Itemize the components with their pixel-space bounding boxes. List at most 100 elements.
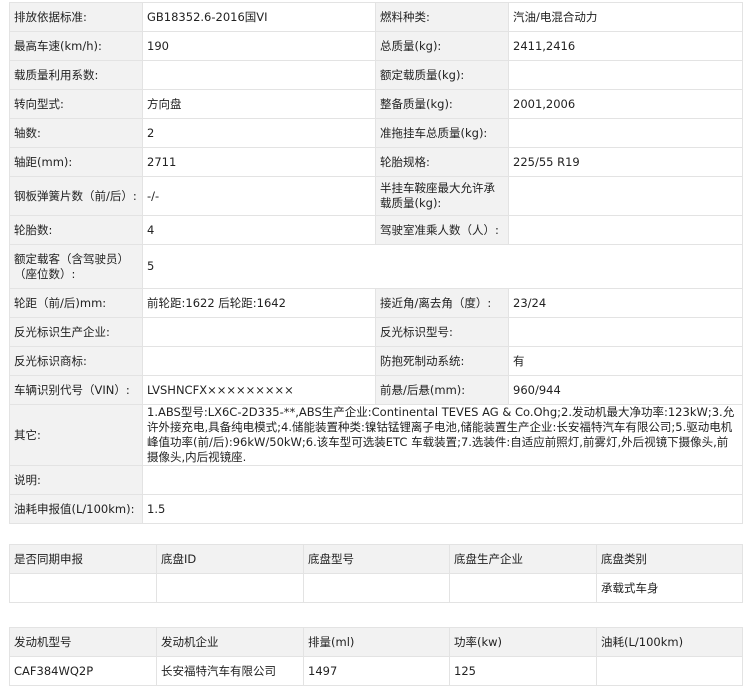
- param-value: [508, 118, 743, 148]
- param-row: 轴数: 2 准拖挂车总质量(kg):: [9, 118, 743, 148]
- column-header: 是否同期申报: [9, 544, 157, 574]
- column-header: 底盘型号: [303, 544, 450, 574]
- column-header: 底盘类别: [596, 544, 743, 574]
- param-label: 载质量利用系数:: [9, 60, 143, 90]
- table-cell: 长安福特汽车有限公司: [156, 656, 304, 686]
- param-value: [142, 317, 376, 347]
- column-header: 发动机企业: [156, 627, 304, 657]
- table-cell: [303, 573, 450, 603]
- column-header: 底盘ID: [156, 544, 304, 574]
- param-label: 反光标识生产企业:: [9, 317, 143, 347]
- param-value: 有: [508, 346, 743, 376]
- vehicle-parameters-page: 排放依据标准: GB18352.6-2016国VI 燃料种类: 汽油/电混合动力…: [0, 0, 750, 690]
- param-label: 车辆识别代号（VIN）:: [9, 375, 143, 405]
- param-value: 960/944: [508, 375, 743, 405]
- param-row: 排放依据标准: GB18352.6-2016国VI 燃料种类: 汽油/电混合动力: [9, 2, 743, 32]
- param-label: 整备质量(kg):: [375, 89, 509, 119]
- param-value: 2: [142, 118, 376, 148]
- param-label: 反光标识型号:: [375, 317, 509, 347]
- column-header: 发动机型号: [9, 627, 157, 657]
- param-value: 2411,2416: [508, 31, 743, 61]
- param-label: 说明:: [9, 465, 143, 495]
- param-row: 轮胎数: 4 驾驶室准乘人数（人）:: [9, 215, 743, 245]
- param-label: 驾驶室准乘人数（人）:: [375, 215, 509, 245]
- param-value: 方向盘: [142, 89, 376, 119]
- param-row: 钢板弹簧片数（前/后）: -/- 半挂车鞍座最大允许承载质量(kg):: [9, 176, 743, 216]
- param-row: 反光标识生产企业: 反光标识型号:: [9, 317, 743, 347]
- engine-header-row: 发动机型号 发动机企业 排量(ml) 功率(kw) 油耗(L/100km): [9, 627, 743, 657]
- param-row: 载质量利用系数: 额定载质量(kg):: [9, 60, 743, 90]
- param-label: 最高车速(km/h):: [9, 31, 143, 61]
- param-value: 前轮距:1622 后轮距:1642: [142, 288, 376, 318]
- param-row: 反光标识商标: 防抱死制动系统: 有: [9, 346, 743, 376]
- param-label: 总质量(kg):: [375, 31, 509, 61]
- column-header: 油耗(L/100km): [596, 627, 743, 657]
- param-value: [508, 317, 743, 347]
- param-label: 油耗申报值(L/100km):: [9, 494, 143, 524]
- column-header: 功率(kw): [449, 627, 597, 657]
- param-row: 轮距（前/后)mm: 前轮距:1622 后轮距:1642 接近角/离去角（度）:…: [9, 288, 743, 318]
- table-cell: CAF384WQ2P: [9, 656, 157, 686]
- param-value: 2711: [142, 147, 376, 177]
- param-label: 接近角/离去角（度）:: [375, 288, 509, 318]
- param-label: 轮距（前/后)mm:: [9, 288, 143, 318]
- param-label: 钢板弹簧片数（前/后）:: [9, 176, 143, 216]
- param-value: [142, 346, 376, 376]
- param-value: GB18352.6-2016国VI: [142, 2, 376, 32]
- table-cell: [596, 656, 743, 686]
- parameter-table: 排放依据标准: GB18352.6-2016国VI 燃料种类: 汽油/电混合动力…: [9, 2, 743, 524]
- param-label: 燃料种类:: [375, 2, 509, 32]
- param-value-other: 1.ABS型号:LX6C-2D335-**,ABS生产企业:Continenta…: [142, 404, 743, 466]
- engine-table: 发动机型号 发动机企业 排量(ml) 功率(kw) 油耗(L/100km) CA…: [9, 627, 743, 686]
- engine-value-row: CAF384WQ2P 长安福特汽车有限公司 1497 125: [9, 656, 743, 686]
- table-cell: 承载式车身: [596, 573, 743, 603]
- param-value: 5: [142, 244, 743, 289]
- param-value: 23/24: [508, 288, 743, 318]
- param-value: 汽油/电混合动力: [508, 2, 743, 32]
- param-label: 轴距(mm):: [9, 147, 143, 177]
- param-value: 4: [142, 215, 376, 245]
- param-row: 转向型式: 方向盘 整备质量(kg): 2001,2006: [9, 89, 743, 119]
- param-value: -/-: [142, 176, 376, 216]
- param-label: 轴数:: [9, 118, 143, 148]
- table-cell: 125: [449, 656, 597, 686]
- param-row: 轴距(mm): 2711 轮胎规格: 225/55 R19: [9, 147, 743, 177]
- param-value: LVSHNCFX×××××××××: [142, 375, 376, 405]
- param-label: 转向型式:: [9, 89, 143, 119]
- table-cell: [449, 573, 597, 603]
- param-row-other: 其它: 1.ABS型号:LX6C-2D335-**,ABS生产企业:Contin…: [9, 404, 743, 466]
- param-value: [508, 215, 743, 245]
- param-row: 最高车速(km/h): 190 总质量(kg): 2411,2416: [9, 31, 743, 61]
- param-label: 半挂车鞍座最大允许承载质量(kg):: [375, 176, 509, 216]
- table-cell: [9, 573, 157, 603]
- table-cell: [156, 573, 304, 603]
- param-value: [142, 465, 743, 495]
- param-value: 225/55 R19: [508, 147, 743, 177]
- column-header: 底盘生产企业: [449, 544, 597, 574]
- param-label: 其它:: [9, 404, 143, 466]
- param-value: [508, 60, 743, 90]
- param-value: [508, 176, 743, 216]
- param-label: 轮胎规格:: [375, 147, 509, 177]
- param-row-note: 说明:: [9, 465, 743, 495]
- param-row: 车辆识别代号（VIN）: LVSHNCFX××××××××× 前悬/后悬(mm)…: [9, 375, 743, 405]
- param-label: 额定载客（含驾驶员）（座位数）:: [9, 244, 143, 289]
- param-value: [142, 60, 376, 90]
- chassis-value-row: 承载式车身: [9, 573, 743, 603]
- param-label: 额定载质量(kg):: [375, 60, 509, 90]
- param-label: 排放依据标准:: [9, 2, 143, 32]
- param-value: 1.5: [142, 494, 743, 524]
- chassis-table: 是否同期申报 底盘ID 底盘型号 底盘生产企业 底盘类别 承载式车身: [9, 544, 743, 603]
- param-label: 准拖挂车总质量(kg):: [375, 118, 509, 148]
- param-label: 前悬/后悬(mm):: [375, 375, 509, 405]
- column-header: 排量(ml): [303, 627, 450, 657]
- table-cell: 1497: [303, 656, 450, 686]
- param-value: 2001,2006: [508, 89, 743, 119]
- param-value: 190: [142, 31, 376, 61]
- param-label: 轮胎数:: [9, 215, 143, 245]
- chassis-header-row: 是否同期申报 底盘ID 底盘型号 底盘生产企业 底盘类别: [9, 544, 743, 574]
- param-row-fuel: 油耗申报值(L/100km): 1.5: [9, 494, 743, 524]
- param-label: 反光标识商标:: [9, 346, 143, 376]
- param-label: 防抱死制动系统:: [375, 346, 509, 376]
- param-row-seats: 额定载客（含驾驶员）（座位数）: 5: [9, 244, 743, 289]
